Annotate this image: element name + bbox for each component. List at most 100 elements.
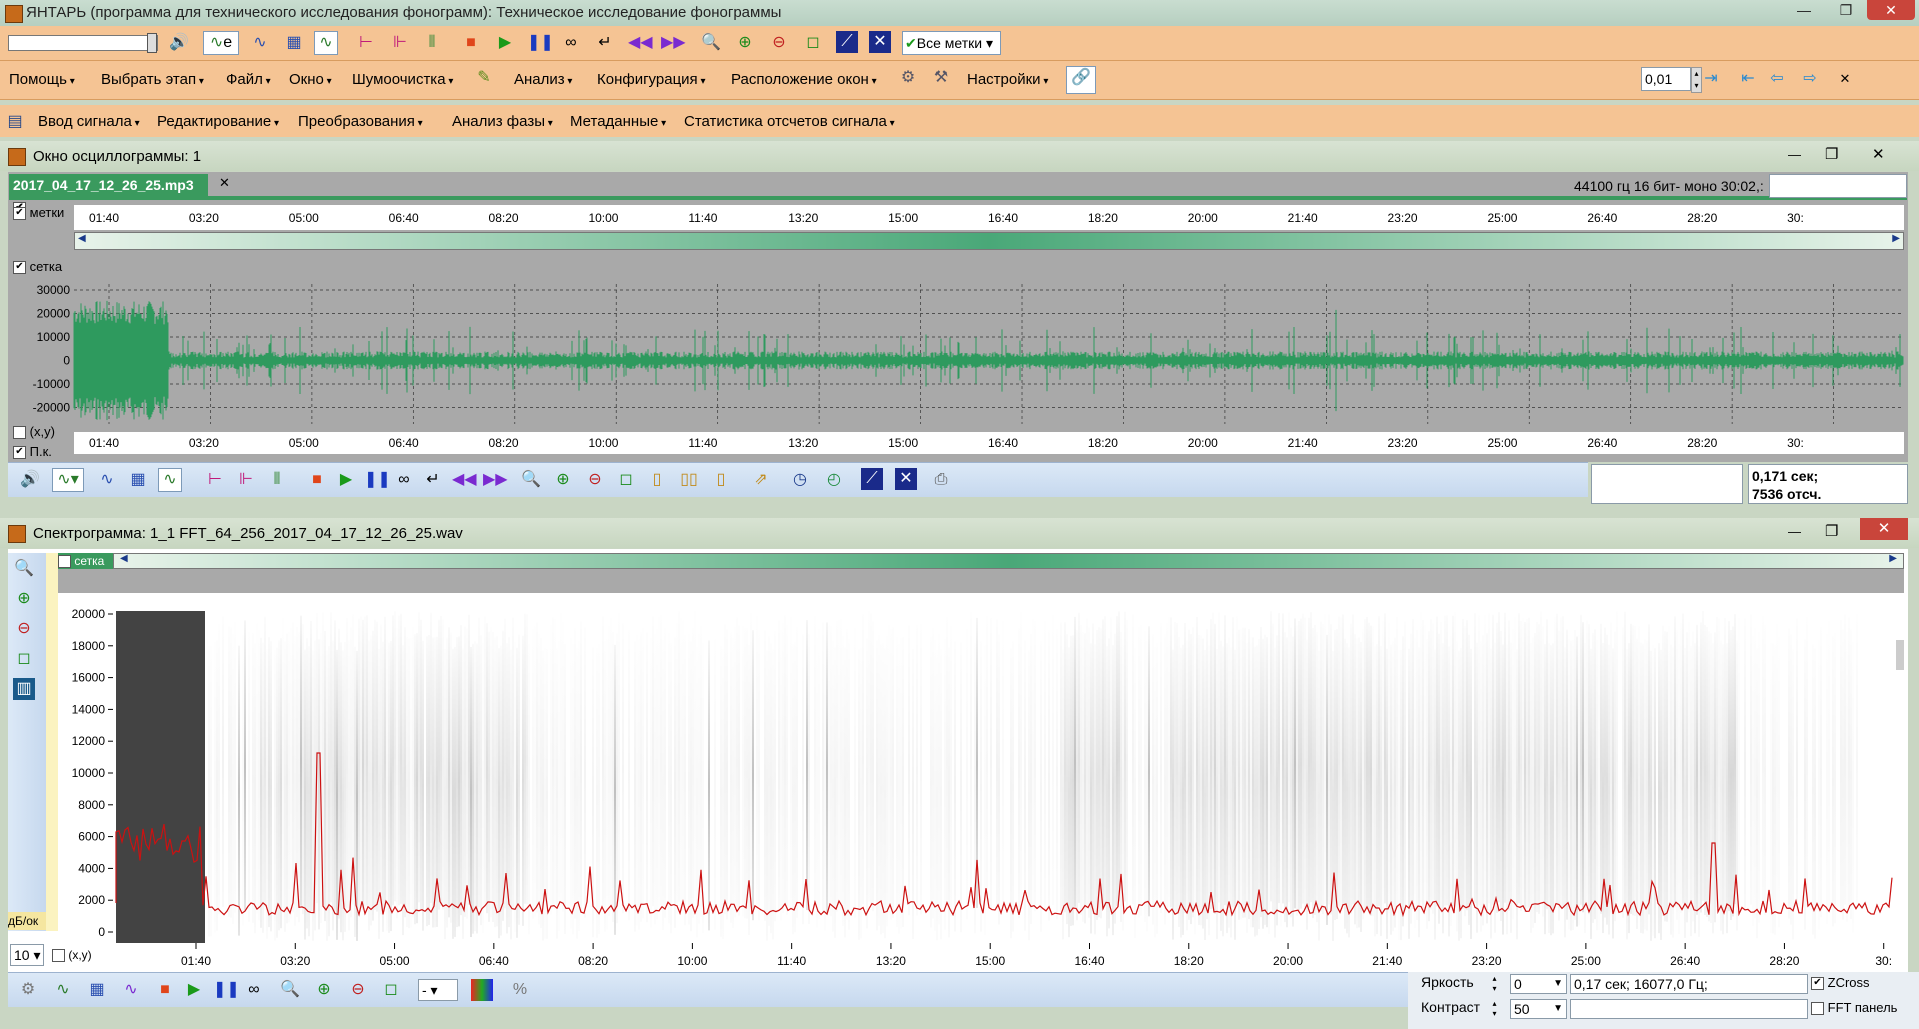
osc-timer-icon[interactable]: ◴	[823, 469, 845, 491]
menu-window[interactable]: Окно	[289, 71, 332, 88]
marker-add-icon[interactable]: ⊩	[389, 32, 411, 54]
spec-close-button[interactable]: ✕	[1860, 518, 1908, 540]
nav-prev-icon[interactable]: ⇦	[1766, 68, 1788, 90]
spec-maximize-button[interactable]: ❐	[1825, 522, 1838, 540]
osc-marker-add-icon[interactable]: ⊩	[235, 469, 257, 491]
menu-denoise[interactable]: Шумоочистка	[352, 71, 453, 88]
spec-zoom-out-icon[interactable]: ⊖	[13, 618, 35, 640]
osc-clock-icon[interactable]: ◷	[789, 469, 811, 491]
osc-region-icon[interactable]: ⫴	[266, 469, 288, 491]
file-info-input[interactable]	[1769, 174, 1907, 198]
link-icon[interactable]: 🔗	[1066, 66, 1096, 94]
osc-spectrum-view-icon[interactable]: ⟋	[861, 468, 883, 490]
osc-page-icon[interactable]: ▯	[646, 469, 668, 491]
spec-grid-toggle[interactable]: сетка	[58, 553, 113, 569]
spec-zoom-in2-icon[interactable]: ⊕	[313, 979, 335, 1001]
spec-stop-icon[interactable]: ■	[154, 979, 176, 1001]
spec-play-icon[interactable]: ▶	[183, 979, 205, 1001]
marks-dropdown[interactable]: ✔Все метки ▾	[902, 31, 1001, 55]
menu-help[interactable]: Помощь	[9, 71, 75, 88]
osc-spectrum-icon[interactable]: ▦	[127, 469, 149, 491]
spec-pause-icon[interactable]: ❚❚	[213, 979, 240, 1001]
osc-page-end-icon[interactable]: ▯	[710, 469, 732, 491]
menu-metadata[interactable]: Метаданные	[570, 113, 666, 130]
play-icon[interactable]: ▶	[494, 32, 516, 54]
file-tab-close-icon[interactable]: ✕	[219, 175, 230, 191]
osc-stop-icon[interactable]: ■	[306, 469, 328, 491]
osc-speaker-icon[interactable]: 🔊	[19, 469, 41, 491]
mode-select[interactable]: ∿е	[203, 31, 239, 55]
osc-export-icon[interactable]: ⇗	[750, 469, 772, 491]
menu-signal-input[interactable]: Ввод сигнала	[38, 113, 140, 130]
spec-vscroll[interactable]	[1896, 640, 1904, 670]
spec-wave-icon[interactable]: ∿	[52, 979, 74, 1001]
osc-maximize-button[interactable]: ❐	[1825, 145, 1838, 163]
osc-pause-icon[interactable]: ❚❚	[364, 469, 391, 491]
step-input[interactable]: 0,01	[1641, 67, 1691, 91]
menu-file[interactable]: Файл	[226, 71, 271, 88]
osc-forward-icon[interactable]: ▶▶	[483, 469, 508, 491]
settings-gear-icon[interactable]: ⚙	[897, 67, 919, 89]
fft-panel-toggle[interactable]: FFT панель	[1811, 1000, 1897, 1016]
marks-toggle[interactable]: ✔ метки	[13, 205, 64, 221]
osc-waveform-icon[interactable]: ∿	[96, 469, 118, 491]
osc-play-icon[interactable]: ▶	[335, 469, 357, 491]
spec-loop-icon[interactable]: ∞	[243, 979, 265, 1001]
osc-loop-icon[interactable]: ∞	[393, 469, 415, 491]
spec-zoom-dropdown[interactable]: 10 ▾	[10, 944, 44, 966]
osc-value-field[interactable]	[1591, 464, 1743, 504]
zoom-icon[interactable]: 🔍	[700, 32, 722, 54]
osc-close-button[interactable]: ✕	[1872, 145, 1885, 163]
menu-config[interactable]: Конфигурация	[597, 71, 705, 88]
return-icon[interactable]: ↵	[594, 32, 616, 54]
zoom-fit-icon[interactable]: ◻	[802, 32, 824, 54]
contrast-spinner[interactable]: ▴ ▾	[1488, 999, 1501, 1019]
spec-zoom-out2-icon[interactable]: ⊖	[347, 979, 369, 1001]
color-palette-icon[interactable]	[471, 979, 493, 1001]
close-small-icon[interactable]: ✕	[1834, 68, 1856, 90]
osc-return-icon[interactable]: ↵	[422, 469, 444, 491]
spec-dropdown[interactable]: - ▾	[418, 979, 458, 1001]
zoom-out-icon[interactable]: ⊖	[768, 32, 790, 54]
osc-pages-icon[interactable]: ▯▯	[678, 469, 700, 491]
maximize-button[interactable]: ❐	[1825, 0, 1867, 20]
speaker-icon[interactable]: 🔊	[168, 32, 190, 54]
spec-zoom-fit2-icon[interactable]: ◻	[380, 979, 402, 1001]
tools-icon[interactable]: ⚒	[930, 67, 952, 89]
spec-zoom-icon[interactable]: 🔍	[13, 558, 35, 580]
osc-rewind-icon[interactable]: ◀◀	[452, 469, 477, 491]
brightness-select[interactable]: 0 ▼	[1510, 974, 1567, 994]
volume-slider[interactable]	[8, 33, 158, 53]
active-waveform-icon[interactable]: ∿	[314, 31, 338, 55]
minimize-button[interactable]: —	[1783, 0, 1825, 20]
contrast-select[interactable]: 50 ▼	[1510, 999, 1567, 1019]
osc-zoom-icon[interactable]: 🔍	[520, 469, 542, 491]
menu-editing[interactable]: Редактирование	[157, 113, 279, 130]
spec-zoom-fit-icon[interactable]: ◻	[13, 648, 35, 670]
brush-icon[interactable]: ✎	[473, 67, 495, 89]
osc-active-icon[interactable]: ∿	[158, 468, 182, 492]
rewind-icon[interactable]: ◀◀	[628, 32, 653, 54]
osc-zoom-in-icon[interactable]: ⊕	[552, 469, 574, 491]
spec-spectrum-icon[interactable]: ▦	[86, 979, 108, 1001]
spec-zoom-in-icon[interactable]: ⊕	[13, 588, 35, 610]
osc-zoom-out-icon[interactable]: ⊖	[584, 469, 606, 491]
spec-gear-icon[interactable]: ⚙	[17, 979, 39, 1001]
osc-minimize-button[interactable]: —	[1788, 147, 1801, 162]
nav-right-icon[interactable]: ⇥	[1700, 68, 1722, 90]
close-button[interactable]: ✕	[1867, 0, 1915, 20]
file-tab[interactable]: 2017_04_17_12_26_25.mp3 ✔	[9, 174, 208, 215]
zoom-in-icon[interactable]: ⊕	[734, 32, 756, 54]
spectrum-icon[interactable]: ▦	[283, 32, 305, 54]
osc-zoom-fit-icon[interactable]: ◻	[615, 469, 637, 491]
osc-spectrum-view2-icon[interactable]: ✕	[895, 468, 917, 490]
marker-icon[interactable]: ⊢	[355, 32, 377, 54]
print-icon[interactable]: ⎙	[930, 469, 952, 491]
marker-region-icon[interactable]: ⫴	[421, 32, 443, 54]
menu-statistics[interactable]: Статистика отсчетов сигнала	[684, 113, 895, 130]
spectrum-view2-icon[interactable]: ✕	[869, 31, 891, 53]
menu-phase[interactable]: Анализ фазы	[452, 113, 553, 130]
menu-transforms[interactable]: Преобразования	[298, 113, 423, 130]
menu-stage[interactable]: Выбрать этап	[101, 71, 204, 88]
stop-icon[interactable]: ■	[460, 32, 482, 54]
